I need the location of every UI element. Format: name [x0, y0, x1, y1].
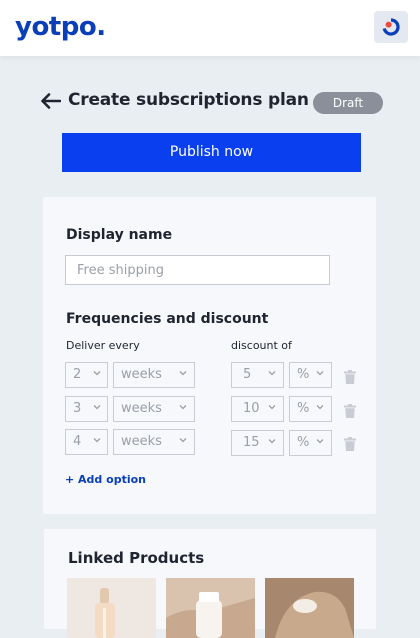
- chevron-down-icon: [93, 405, 101, 410]
- discount-type-value: %: [297, 435, 310, 450]
- interval-value: 4: [73, 434, 82, 449]
- chevron-down-icon: [93, 438, 101, 443]
- interval-select[interactable]: 2: [65, 362, 108, 388]
- yotpo-subscriptions-icon: [382, 18, 400, 36]
- unit-select[interactable]: weeks: [113, 362, 195, 388]
- display-name-title: Display name: [66, 227, 173, 243]
- dropper-bottle-image[interactable]: [67, 578, 156, 638]
- unit-value: weeks: [121, 401, 162, 416]
- interval-select[interactable]: 3: [65, 396, 108, 422]
- interval-value: 3: [73, 401, 82, 416]
- linked-products-title: Linked Products: [68, 549, 205, 567]
- chevron-down-icon: [179, 405, 187, 410]
- page-title: Create subscriptions plan: [68, 90, 309, 110]
- chevron-down-icon: [268, 371, 276, 376]
- add-option-button[interactable]: + Add option: [65, 473, 146, 486]
- discount-select[interactable]: 10: [231, 396, 284, 422]
- chevron-down-icon: [268, 405, 276, 410]
- discount-type-select[interactable]: %: [289, 430, 332, 456]
- unit-select[interactable]: weeks: [113, 429, 195, 455]
- display-name-input[interactable]: [65, 255, 330, 285]
- unit-value: weeks: [121, 434, 162, 449]
- chevron-down-icon: [93, 371, 101, 376]
- trash-icon[interactable]: [344, 437, 356, 451]
- status-badge: Draft: [313, 92, 383, 114]
- discount-select[interactable]: 15: [231, 430, 284, 456]
- trash-icon[interactable]: [344, 370, 356, 384]
- chevron-down-icon: [316, 439, 324, 444]
- top-bar: yotpo.: [0, 0, 420, 56]
- dropper-bottle-graphic: [67, 578, 156, 638]
- discount-type-select[interactable]: %: [289, 396, 332, 422]
- discount-type-value: %: [297, 401, 310, 416]
- discount-of-label: discount of: [231, 339, 292, 352]
- unit-value: weeks: [121, 367, 162, 382]
- frequencies-title: Frequencies and discount: [66, 311, 269, 327]
- hand-cream-image[interactable]: [265, 578, 354, 638]
- cream-jar-image[interactable]: [166, 578, 255, 638]
- discount-type-value: %: [297, 367, 310, 382]
- chevron-down-icon: [179, 371, 187, 376]
- discount-type-select[interactable]: %: [289, 362, 332, 388]
- chevron-down-icon: [179, 438, 187, 443]
- plan-settings-card: Display name Frequencies and discount De…: [43, 197, 376, 514]
- deliver-every-label: Deliver every: [66, 339, 140, 352]
- chevron-down-icon: [316, 371, 324, 376]
- discount-select[interactable]: 5: [231, 362, 284, 388]
- trash-icon[interactable]: [344, 404, 356, 418]
- linked-products-card: Linked Products: [44, 529, 376, 638]
- discount-value: 10: [243, 401, 260, 416]
- interval-value: 2: [73, 367, 82, 382]
- discount-value: 15: [243, 435, 260, 450]
- discount-value: 5: [243, 367, 252, 382]
- publish-button[interactable]: Publish now: [62, 133, 361, 172]
- yotpo-logo[interactable]: yotpo.: [15, 12, 106, 42]
- page-header: Create subscriptions plan Draft: [40, 90, 385, 116]
- arrow-left-icon[interactable]: [40, 93, 61, 109]
- app-switcher[interactable]: [374, 11, 408, 43]
- chevron-down-icon: [268, 439, 276, 444]
- cream-jar-graphic: [166, 578, 255, 638]
- chevron-down-icon: [316, 405, 324, 410]
- hand-cream-graphic: [265, 578, 354, 638]
- unit-select[interactable]: weeks: [113, 396, 195, 422]
- interval-select[interactable]: 4: [65, 429, 108, 455]
